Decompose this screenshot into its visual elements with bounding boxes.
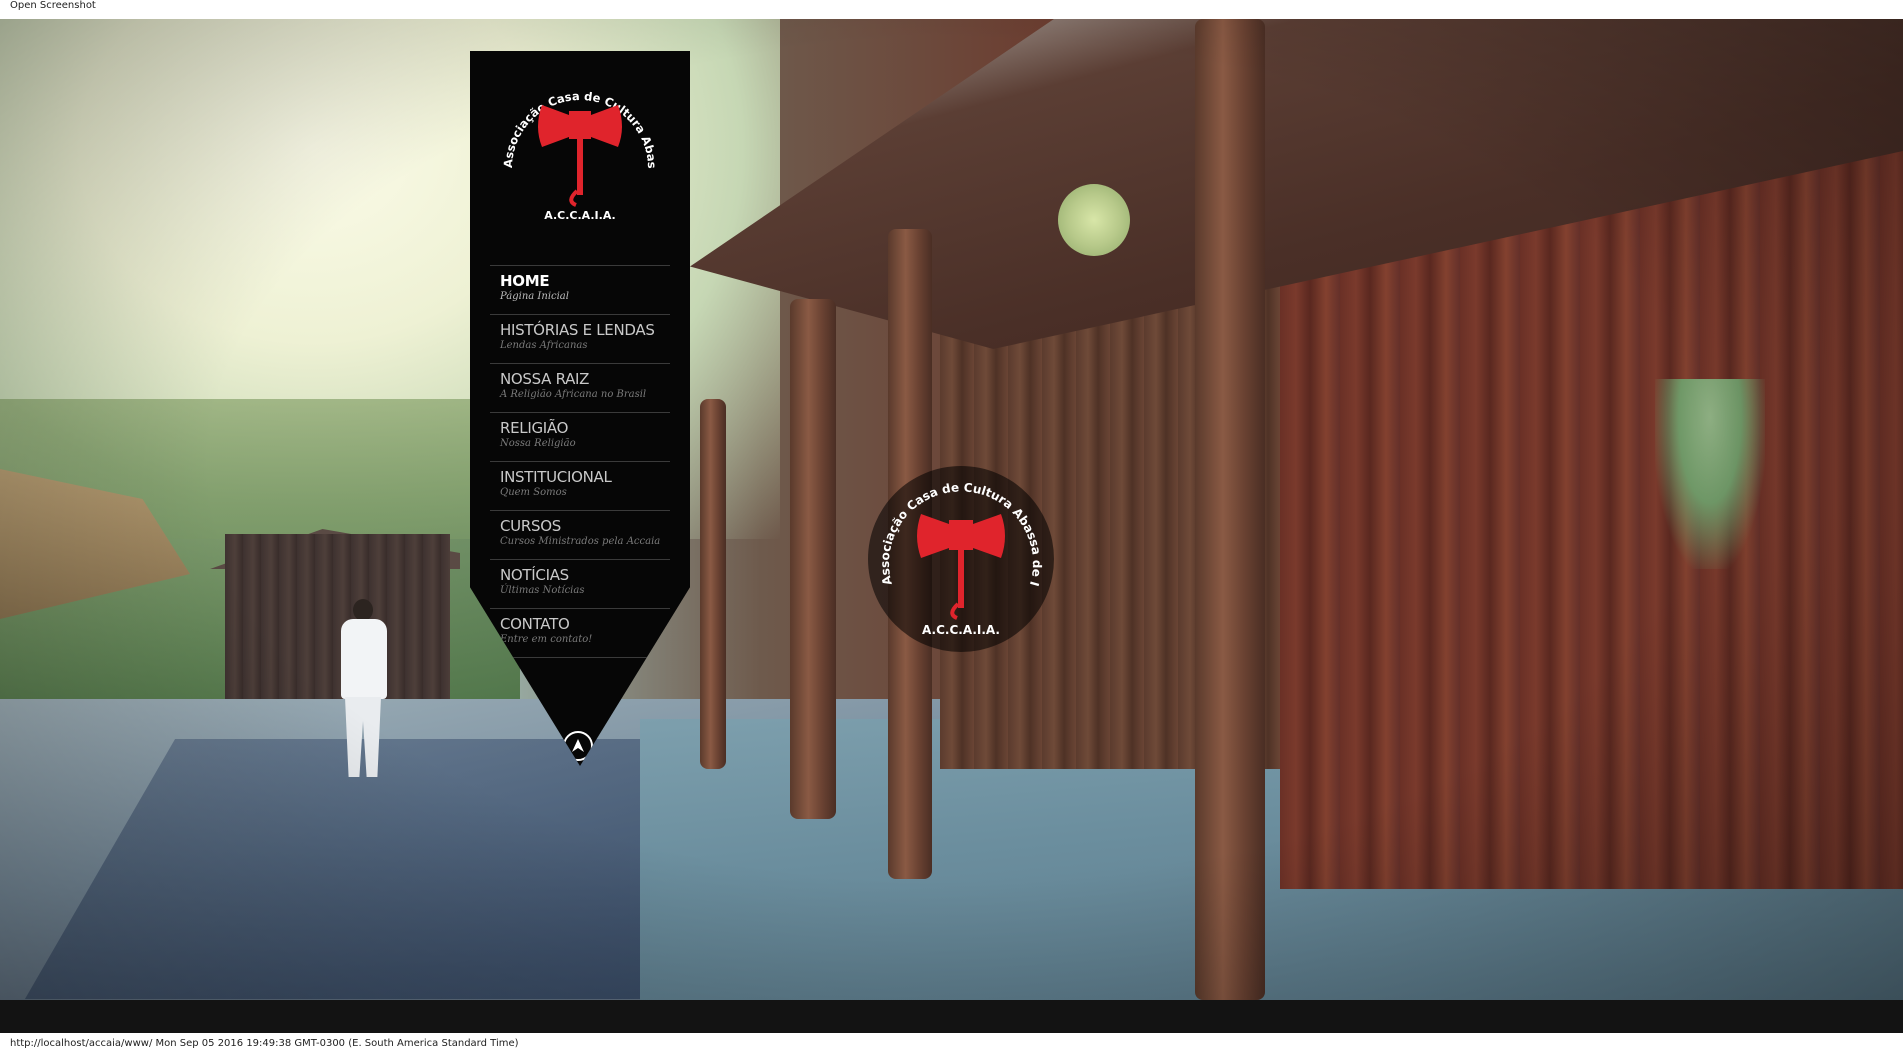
menu-item-subtitle: Cursos Ministrados pela Accaia xyxy=(500,536,661,547)
menu-item-subtitle: Lendas Africanas xyxy=(500,340,588,351)
menu-item-label: INSTITUCIONAL xyxy=(500,468,612,486)
menu-item-institucional[interactable]: INSTITUCIONAL Quem Somos xyxy=(490,462,670,511)
menu-item-label: NOTÍCIAS xyxy=(500,566,569,584)
footer-bar xyxy=(0,1000,1903,1033)
menu-item-label: CURSOS xyxy=(500,517,561,535)
menu-item-contato[interactable]: CONTATO Entre em contato! xyxy=(490,609,670,658)
logo-acronym: A.C.C.A.I.A. xyxy=(544,209,615,222)
center-logo-acronym: A.C.C.A.I.A. xyxy=(922,623,1000,637)
menu-item-historias-e-lendas[interactable]: HISTÓRIAS E LENDAS Lendas Africanas xyxy=(490,315,670,364)
menu-item-noticias[interactable]: NOTÍCIAS Últimas Notícias xyxy=(490,560,670,609)
menu-item-cursos[interactable]: CURSOS Cursos Ministrados pela Accaia xyxy=(490,511,670,560)
status-bar: http://localhost/accaia/www/ Mon Sep 05 … xyxy=(0,1033,1903,1051)
menu-item-nossa-raiz[interactable]: NOSSA RAIZ A Religião Africana no Brasil xyxy=(490,364,670,413)
open-screenshot-link[interactable]: Open Screenshot xyxy=(10,0,96,11)
screenshot-header: Open Screenshot xyxy=(0,0,1903,19)
site-logo[interactable]: Associação Casa de Cultura Abassa de Ink… xyxy=(491,52,664,231)
menu-item-subtitle: Nossa Religião xyxy=(500,438,576,449)
menu-item-subtitle: Últimas Notícias xyxy=(500,585,585,596)
arrow-up-circle-icon xyxy=(572,739,584,752)
menu-list: HOME Página Inicial HISTÓRIAS E LENDAS L… xyxy=(490,265,670,658)
double-axe-icon xyxy=(538,105,622,207)
menu-item-subtitle: Quem Somos xyxy=(500,487,567,498)
menu-item-label: HISTÓRIAS E LENDAS xyxy=(500,321,655,339)
menu-item-subtitle: Entre em contato! xyxy=(500,634,593,645)
hero-background: Associação Casa de Cultura Abassa de Ink… xyxy=(0,19,1903,1000)
double-axe-icon xyxy=(917,514,1005,620)
menu-item-label: RELIGIÃO xyxy=(500,419,569,437)
center-logo-badge: Associação Casa de Cultura Abassa de Ink… xyxy=(868,466,1054,652)
status-text: http://localhost/accaia/www/ Mon Sep 05 … xyxy=(10,1038,519,1049)
menu-item-label: HOME xyxy=(500,272,550,290)
site-logo-svg: Associação Casa de Cultura Abassa de Ink… xyxy=(491,52,659,222)
center-logo-svg: Associação Casa de Cultura Abassa de Ink… xyxy=(868,466,1044,637)
menu-item-home[interactable]: HOME Página Inicial xyxy=(490,266,670,315)
menu-item-label: NOSSA RAIZ xyxy=(500,370,590,388)
menu-item-label: CONTATO xyxy=(500,615,570,633)
menu-item-subtitle: Página Inicial xyxy=(500,291,569,302)
menu-item-subtitle: A Religião Africana no Brasil xyxy=(500,389,647,400)
menu-item-religiao[interactable]: RELIGIÃO Nossa Religião xyxy=(490,413,670,462)
